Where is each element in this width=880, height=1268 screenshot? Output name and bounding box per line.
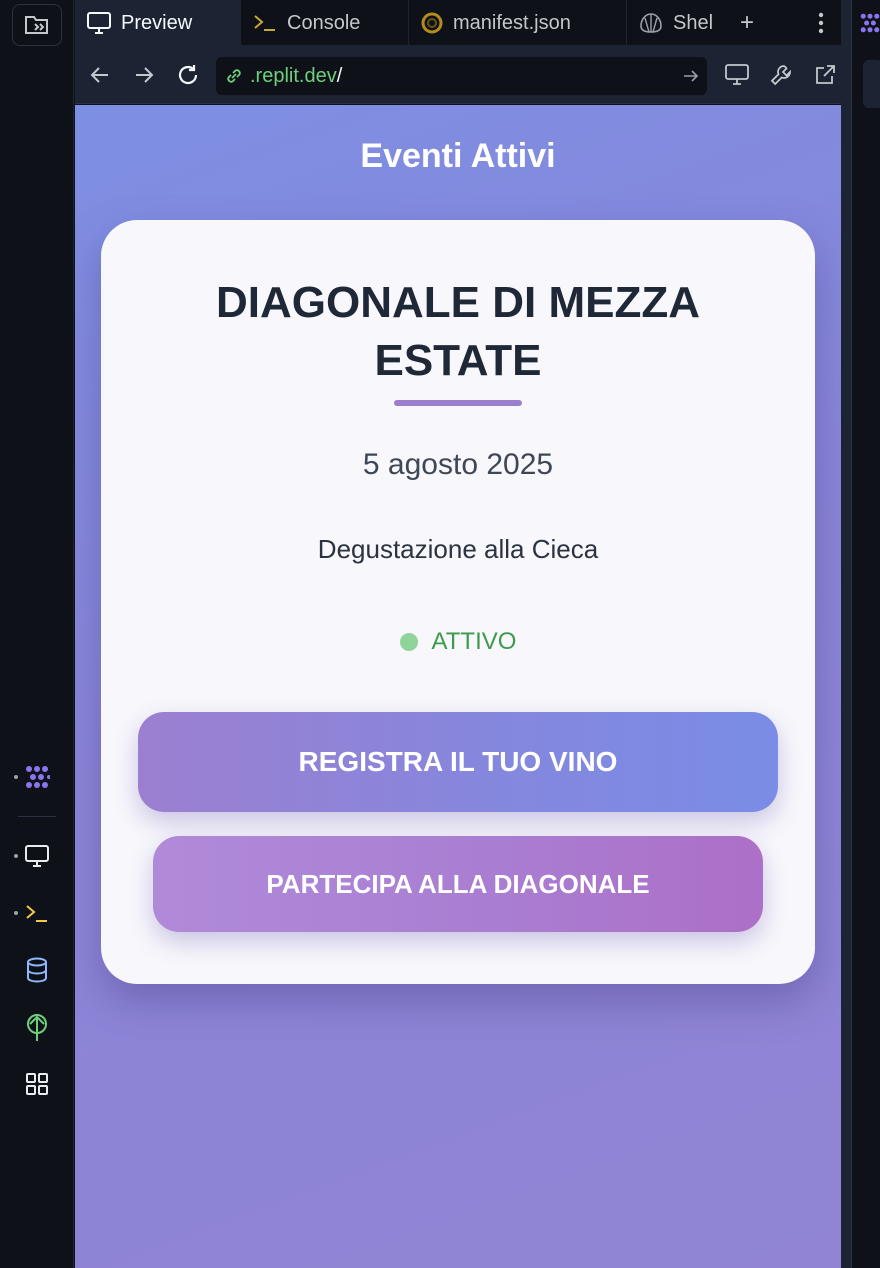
console-rail-button[interactable] [20,896,54,930]
monitor-icon [87,12,111,34]
event-type: Degustazione alla Cieca [317,534,599,564]
agent-icon [860,13,880,33]
devtools-button[interactable] [763,57,799,93]
url-path: / [336,64,343,87]
device-preview-button[interactable] [719,57,755,93]
more-vertical-icon [818,12,824,34]
external-link-icon [816,65,835,84]
refresh-icon [178,64,198,84]
tab-console[interactable]: Console [241,0,409,46]
json-file-icon [421,12,443,34]
event-date: 5 agosto 2025 [362,448,554,481]
preview-rail-button[interactable] [20,839,54,873]
wrench-icon [770,65,791,86]
status-dot-icon [399,633,418,651]
terminal-icon [254,15,275,31]
database-icon [27,957,47,983]
arrow-left-icon [90,66,108,83]
url-host: .replit.dev [250,64,337,87]
monitor-icon [725,64,749,85]
go-button[interactable] [683,69,699,83]
address-actions [719,57,843,93]
status-text: ATTIVO [431,628,517,655]
event-name: DIAGONALE DI MEZZA ESTATE [216,278,700,385]
status-badge: ATTIVO [101,628,815,656]
right-panel-edge [841,0,880,1268]
grid-icon [26,1073,48,1095]
activity-rail [0,0,74,1268]
tab-label: manifest.json [453,11,571,34]
replit-agent-button[interactable] [20,760,54,794]
back-button[interactable] [78,53,122,97]
address-bar: .replit.dev/ [75,46,841,104]
tab-preview[interactable]: Preview [75,0,241,46]
more-options-button[interactable] [801,0,841,46]
database-rail-button[interactable] [20,953,54,987]
folder-expand-icon [25,16,48,34]
reload-button[interactable] [166,53,210,97]
title-underline [394,400,522,406]
monitor-icon [25,845,49,867]
shell-icon [640,13,662,33]
indicator-dot [14,854,18,858]
tab-label: Preview [121,11,193,34]
files-panel-button[interactable] [12,4,62,46]
tab-label: Shel [673,11,714,34]
deploy-rail-button[interactable] [20,1010,54,1044]
tab-label: Console [287,11,361,34]
page-title: Eventi Attivi [360,137,556,175]
register-wine-button[interactable]: REGISTRA IL TUO VINO [138,712,778,812]
deploy-icon [27,1014,47,1041]
rail-divider [18,816,56,817]
tab-shell[interactable]: Shel [627,0,727,46]
arrow-right-icon [684,70,699,82]
indicator-dot [14,775,18,779]
tab-bar: Preview Console manifest.json Shel + [75,0,841,46]
collapsed-panel-tab[interactable] [863,60,880,108]
indicator-dot [14,911,18,915]
all-tools-rail-button[interactable] [20,1067,54,1101]
join-diagonal-button[interactable]: PARTECIPA ALLA DIAGONALE [153,836,763,932]
preview-viewport: Eventi Attivi DIAGONALE DI MEZZA ESTATE … [75,105,841,1268]
agent-icon [26,766,50,788]
add-tab-button[interactable]: + [727,0,767,46]
open-new-tab-button[interactable] [807,57,843,93]
forward-button[interactable] [122,53,166,97]
tab-manifest-json[interactable]: manifest.json [409,0,627,46]
url-input[interactable]: .replit.dev/ [216,57,707,95]
event-card: DIAGONALE DI MEZZA ESTATE 5 agosto 2025 … [101,220,815,984]
arrow-right-icon [136,66,154,83]
right-panel-body [851,0,880,1268]
link-icon [227,69,241,83]
terminal-icon [26,905,47,922]
